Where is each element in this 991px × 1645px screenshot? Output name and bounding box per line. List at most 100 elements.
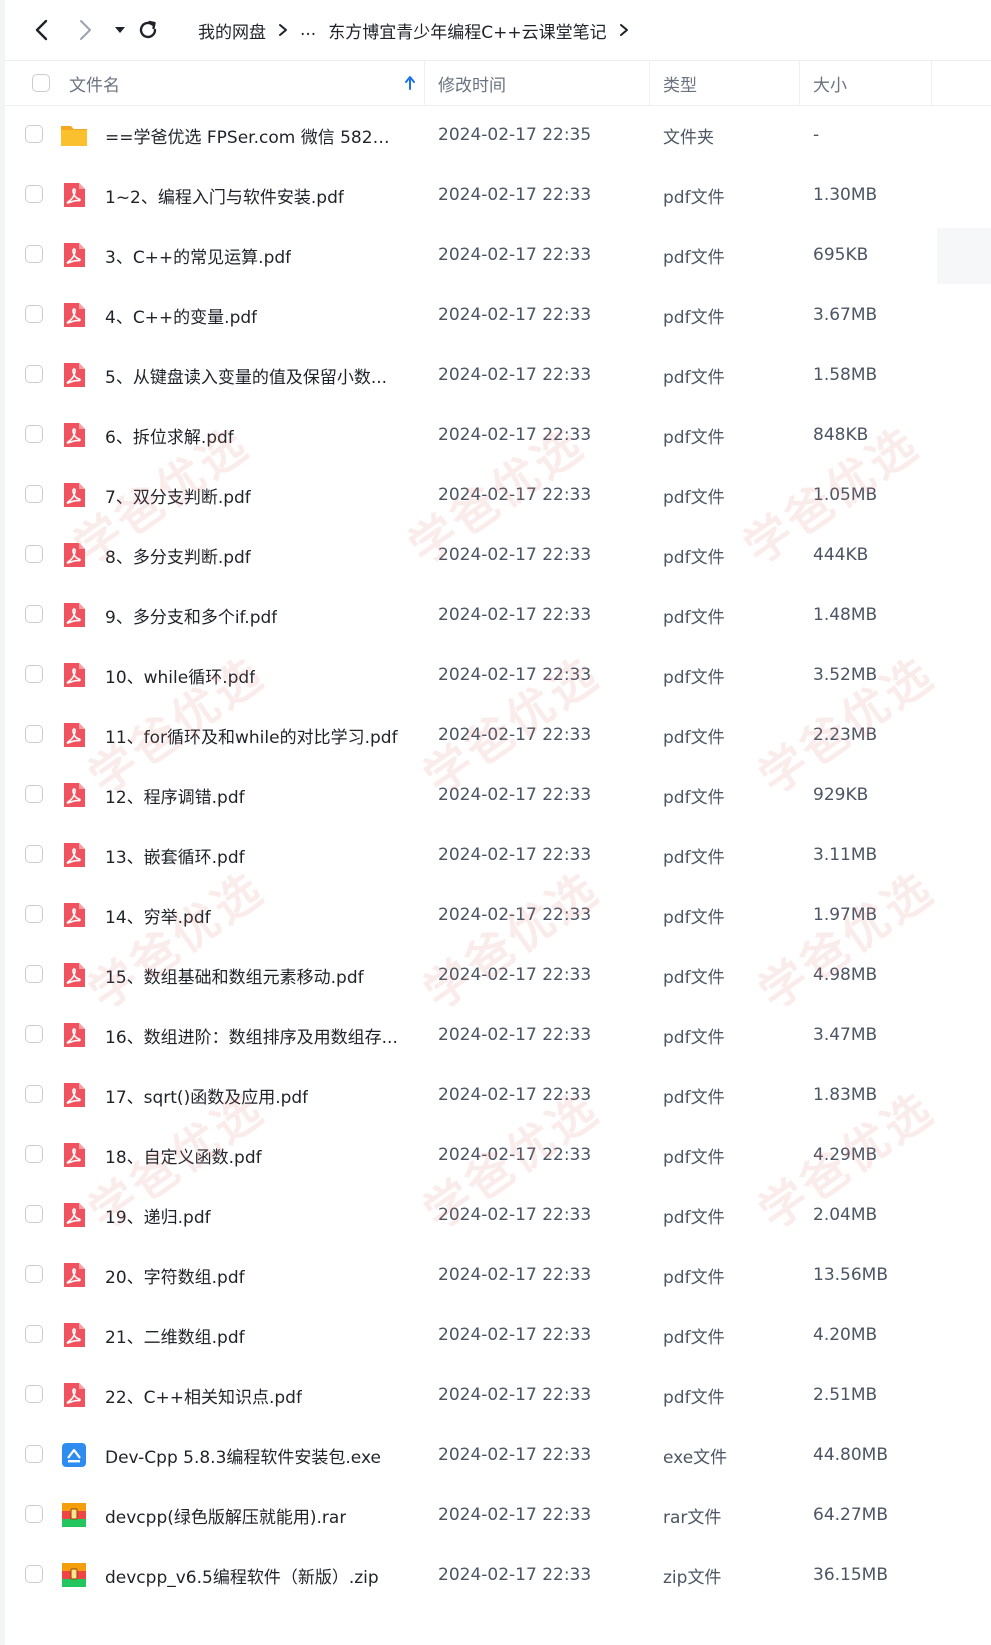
file-name[interactable]: 16、数组进阶：数组排序及用数组存... <box>105 1005 400 1065</box>
file-type: pdf文件 <box>663 307 725 328</box>
file-name[interactable]: 13、嵌套循环.pdf <box>105 825 400 885</box>
row-checkbox[interactable] <box>25 1385 43 1403</box>
row-checkbox[interactable] <box>25 905 43 923</box>
table-row[interactable]: 10、while循环.pdf 2024-02-17 22:33 pdf文件 3.52M… <box>5 645 991 705</box>
table-row[interactable]: 5、从键盘读入变量的值及保留小数... 2024-02-17 22:33 pdf文件… <box>5 345 991 405</box>
table-row[interactable]: 21、二维数组.pdf 2024-02-17 22:33 pdf文件 4.20MB <box>5 1305 991 1365</box>
breadcrumb-ellipsis[interactable]: ... <box>300 20 316 40</box>
row-checkbox[interactable] <box>25 785 43 803</box>
file-name[interactable]: 18、自定义函数.pdf <box>105 1125 400 1185</box>
file-name[interactable]: ==学爸优选 FPSer.com 微信 582229... <box>105 105 400 165</box>
file-name[interactable]: 9、多分支和多个if.pdf <box>105 585 400 645</box>
column-type[interactable]: 类型 <box>663 61 697 105</box>
table-row[interactable]: 7、双分支判断.pdf 2024-02-17 22:33 pdf文件 1.05MB <box>5 465 991 525</box>
modified-time: 2024-02-17 22:33 <box>438 965 592 985</box>
column-size[interactable]: 大小 <box>813 61 847 105</box>
modified-time: 2024-02-17 22:33 <box>438 245 592 265</box>
file-name[interactable]: 8、多分支判断.pdf <box>105 525 400 585</box>
row-checkbox[interactable] <box>25 485 43 503</box>
file-name[interactable]: 5、从键盘读入变量的值及保留小数... <box>105 345 400 405</box>
table-row[interactable]: 13、嵌套循环.pdf 2024-02-17 22:33 pdf文件 3.11MB <box>5 825 991 885</box>
row-checkbox[interactable] <box>25 1325 43 1343</box>
row-checkbox[interactable] <box>25 1025 43 1043</box>
row-checkbox[interactable] <box>25 1565 43 1583</box>
column-time[interactable]: 修改时间 <box>438 61 506 105</box>
table-row[interactable]: 17、sqrt()函数及应用.pdf 2024-02-17 22:33 pdf文件 1… <box>5 1065 991 1125</box>
row-checkbox[interactable] <box>25 725 43 743</box>
row-checkbox[interactable] <box>25 545 43 563</box>
row-checkbox[interactable] <box>25 1505 43 1523</box>
table-row[interactable]: 18、自定义函数.pdf 2024-02-17 22:33 pdf文件 4.29MB <box>5 1125 991 1185</box>
breadcrumb-root[interactable]: 我的网盘 <box>198 18 266 43</box>
column-name[interactable]: 文件名 <box>69 61 120 105</box>
table-row[interactable]: Dev-Cpp 5.8.3编程软件安装包.exe 2024-02-17 22:33… <box>5 1425 991 1485</box>
row-checkbox[interactable] <box>25 665 43 683</box>
table-row[interactable]: 22、C++相关知识点.pdf 2024-02-17 22:33 pdf文件 2.51… <box>5 1365 991 1425</box>
table-row[interactable]: ==学爸优选 FPSer.com 微信 582229... 2024-02-17 … <box>5 105 991 165</box>
file-size: 1.97MB <box>813 905 878 925</box>
file-size: 2.23MB <box>813 725 878 745</box>
file-name[interactable]: 1~2、编程入门与软件安装.pdf <box>105 165 400 225</box>
row-checkbox[interactable] <box>25 125 43 143</box>
pdf-icon <box>60 421 88 449</box>
history-dropdown[interactable] <box>109 14 131 46</box>
file-type: pdf文件 <box>663 607 725 628</box>
table-row[interactable]: 1~2、编程入门与软件安装.pdf 2024-02-17 22:33 pdf文件 1.… <box>5 165 991 225</box>
row-checkbox[interactable] <box>25 245 43 263</box>
modified-time: 2024-02-17 22:35 <box>438 125 592 145</box>
row-checkbox[interactable] <box>25 305 43 323</box>
file-name[interactable]: 14、穷举.pdf <box>105 885 400 945</box>
file-name[interactable]: 17、sqrt()函数及应用.pdf <box>105 1065 400 1125</box>
table-row[interactable]: 3、C++的常见运算.pdf 2024-02-17 22:33 pdf文件 695KB <box>5 225 991 285</box>
file-name[interactable]: 3、C++的常见运算.pdf <box>105 225 400 285</box>
file-name[interactable]: 21、二维数组.pdf <box>105 1305 400 1365</box>
row-checkbox[interactable] <box>25 1445 43 1463</box>
breadcrumb-current[interactable]: 东方博宜青少年编程C++云课堂笔记 <box>328 18 606 43</box>
back-button[interactable] <box>27 14 57 46</box>
row-checkbox[interactable] <box>25 1085 43 1103</box>
file-name[interactable]: 15、数组基础和数组元素移动.pdf <box>105 945 400 1005</box>
file-name[interactable]: 12、程序调错.pdf <box>105 765 400 825</box>
file-name[interactable]: 20、字符数组.pdf <box>105 1245 400 1305</box>
file-name[interactable]: 4、C++的变量.pdf <box>105 285 400 345</box>
file-size: 1.30MB <box>813 185 878 205</box>
row-checkbox[interactable] <box>25 1205 43 1223</box>
table-row[interactable]: 16、数组进阶：数组排序及用数组存... 2024-02-17 22:33 pdf文… <box>5 1005 991 1065</box>
row-checkbox[interactable] <box>25 1265 43 1283</box>
row-checkbox[interactable] <box>25 1145 43 1163</box>
arrow-up-icon[interactable] <box>404 61 416 105</box>
row-checkbox[interactable] <box>25 965 43 983</box>
file-name[interactable]: 6、拆位求解.pdf <box>105 405 400 465</box>
row-checkbox[interactable] <box>25 605 43 623</box>
table-row[interactable]: devcpp_v6.5编程软件（新版）.zip 2024-02-17 22:33 z… <box>5 1545 991 1605</box>
pdf-icon <box>60 661 88 689</box>
table-row[interactable]: 20、字符数组.pdf 2024-02-17 22:33 pdf文件 13.56MB <box>5 1245 991 1305</box>
row-checkbox[interactable] <box>25 365 43 383</box>
file-name[interactable]: 7、双分支判断.pdf <box>105 465 400 525</box>
select-all-checkbox[interactable] <box>32 61 50 105</box>
chevron-right-icon <box>619 23 629 37</box>
file-name[interactable]: 10、while循环.pdf <box>105 645 400 705</box>
refresh-button[interactable] <box>133 14 163 46</box>
file-type: pdf文件 <box>663 727 725 748</box>
table-row[interactable]: 19、递归.pdf 2024-02-17 22:33 pdf文件 2.04MB <box>5 1185 991 1245</box>
file-name[interactable]: devcpp(绿色版解压就能用).rar <box>105 1485 400 1545</box>
row-checkbox[interactable] <box>25 185 43 203</box>
file-name[interactable]: Dev-Cpp 5.8.3编程软件安装包.exe <box>105 1425 400 1485</box>
file-name[interactable]: 22、C++相关知识点.pdf <box>105 1365 400 1425</box>
file-name[interactable]: 19、递归.pdf <box>105 1185 400 1245</box>
table-row[interactable]: 14、穷举.pdf 2024-02-17 22:33 pdf文件 1.97MB <box>5 885 991 945</box>
file-name[interactable]: 11、for循环及和while的对比学习.pdf <box>105 705 400 765</box>
table-row[interactable]: 4、C++的变量.pdf 2024-02-17 22:33 pdf文件 3.67MB <box>5 285 991 345</box>
table-row[interactable]: devcpp(绿色版解压就能用).rar 2024-02-17 22:33 rar文… <box>5 1485 991 1545</box>
row-checkbox[interactable] <box>25 425 43 443</box>
table-row[interactable]: 6、拆位求解.pdf 2024-02-17 22:33 pdf文件 848KB <box>5 405 991 465</box>
table-row[interactable]: 8、多分支判断.pdf 2024-02-17 22:33 pdf文件 444KB <box>5 525 991 585</box>
table-row[interactable]: 9、多分支和多个if.pdf 2024-02-17 22:33 pdf文件 1.48M… <box>5 585 991 645</box>
table-row[interactable]: 15、数组基础和数组元素移动.pdf 2024-02-17 22:33 pdf文件 4… <box>5 945 991 1005</box>
table-row[interactable]: 11、for循环及和while的对比学习.pdf 2024-02-17 22:33… <box>5 705 991 765</box>
file-name[interactable]: devcpp_v6.5编程软件（新版）.zip <box>105 1545 400 1605</box>
row-checkbox[interactable] <box>25 845 43 863</box>
table-row[interactable]: 12、程序调错.pdf 2024-02-17 22:33 pdf文件 929KB <box>5 765 991 825</box>
forward-button[interactable] <box>70 14 100 46</box>
